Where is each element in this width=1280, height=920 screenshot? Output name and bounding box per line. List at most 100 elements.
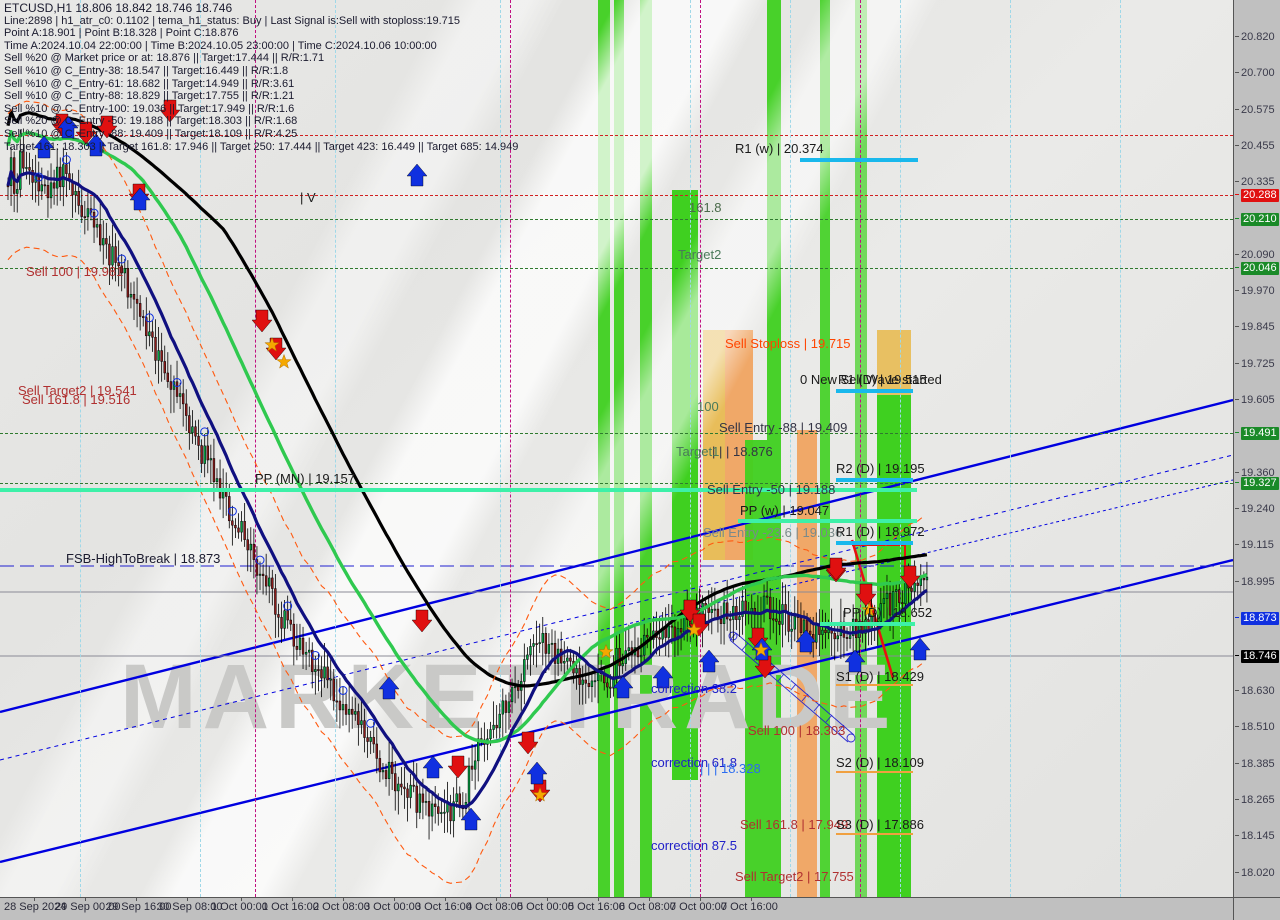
tick-mark: [1235, 181, 1239, 182]
time-tick-mark: [598, 898, 599, 901]
price-level-label: Sell Entry -23.6 | 19.036: [703, 525, 843, 540]
tick-mark: [1235, 218, 1239, 219]
time-tick-label: 3 Oct 16:00: [415, 901, 472, 913]
price-level-label: correction 38.2: [651, 681, 737, 696]
price-level-label: R1 (D) | 18.972: [836, 524, 925, 539]
tick-mark: [1235, 109, 1239, 110]
time-tick-mark: [85, 898, 86, 901]
price-level-label: Sell 100 | 19.981: [26, 264, 124, 279]
tick-mark: [1235, 472, 1239, 473]
price-tick: 18.020: [1234, 867, 1280, 880]
price-tick-label: 19.491: [1241, 427, 1279, 440]
tick-mark: [1235, 835, 1239, 836]
price-tick-label: 20.288: [1241, 189, 1279, 202]
price-tick: 20.455: [1234, 140, 1280, 153]
price-level-label: Sell 161.8 | 19.516: [22, 392, 131, 407]
price-tick-label: 18.265: [1241, 794, 1275, 806]
price-tick: 20.288: [1234, 189, 1280, 202]
tick-mark: [1235, 690, 1239, 691]
fib-label: 161.8: [689, 200, 722, 215]
tick-mark: [1235, 36, 1239, 37]
price-tick-label: 18.385: [1241, 758, 1275, 770]
time-tick-mark: [136, 898, 137, 901]
price-level-line: [836, 771, 913, 773]
price-level-line: [800, 158, 918, 162]
tick-mark: [1235, 267, 1239, 268]
price-tick-label: 20.210: [1241, 213, 1279, 226]
time-tick-mark: [751, 898, 752, 901]
price-tick: 19.240: [1234, 503, 1280, 516]
price-level-label: R1 (w) | 20.374: [735, 141, 824, 156]
tick-mark: [1235, 432, 1239, 433]
time-tick-mark: [34, 898, 35, 901]
tick-mark: [1235, 655, 1239, 656]
price-tick: 18.145: [1234, 830, 1280, 843]
price-tick: 20.090: [1234, 249, 1280, 262]
price-tick: 18.995: [1234, 576, 1280, 589]
price-tick: 18.385: [1234, 758, 1280, 771]
time-tick-label: 4 Oct 08:00: [466, 901, 523, 913]
price-level-label: Sell 161.8 | 17.949: [740, 817, 849, 832]
price-tick-label: 18.145: [1241, 830, 1275, 842]
fib-label: 100: [697, 399, 719, 414]
price-tick-label: 18.630: [1241, 685, 1275, 697]
tick-mark: [1235, 544, 1239, 545]
price-level-label: Sell Stoploss | 19.715: [725, 336, 851, 351]
chart-plot-area[interactable]: MARKETTRADE R1 (w) | 20.374 Sell 100 | 1…: [0, 0, 1233, 897]
tick-mark: [1235, 72, 1239, 73]
price-tick: 20.210: [1234, 213, 1280, 226]
tick-mark: [1235, 363, 1239, 364]
price-tick: 19.970: [1234, 285, 1280, 298]
price-axis[interactable]: 20.820 20.700 20.575 20.455 20.335 20.288 20.2…: [1233, 0, 1280, 916]
price-level-line: [836, 478, 913, 482]
time-tick-mark: [394, 898, 395, 901]
tick-mark: [1235, 399, 1239, 400]
pivot-rail: [738, 519, 917, 523]
price-level-label: correction 87.5: [651, 838, 737, 853]
time-tick-mark: [445, 898, 446, 901]
price-tick: 20.820: [1234, 31, 1280, 44]
price-tick: 19.725: [1234, 358, 1280, 371]
price-tick-label: 18.746: [1241, 650, 1279, 663]
price-level-label: PP (D) | 18.652: [843, 605, 933, 620]
price-tick-label: 20.575: [1241, 104, 1275, 116]
tick-mark: [1235, 872, 1239, 873]
price-tick: 19.845: [1234, 321, 1280, 334]
price-tick-label: 19.327: [1241, 477, 1279, 490]
time-tick-mark: [292, 898, 293, 901]
price-level-label: PP (MN) | 19.157: [255, 471, 355, 486]
tick-mark: [1235, 617, 1239, 618]
price-tick-label: 19.970: [1241, 285, 1275, 297]
price-tick-label: 20.455: [1241, 140, 1275, 152]
time-tick-mark: [547, 898, 548, 901]
trading-chart-window: MARKETTRADE R1 (w) | 20.374 Sell 100 | 1…: [0, 0, 1280, 920]
price-tick-label: 18.020: [1241, 867, 1275, 879]
tick-mark: [1235, 508, 1239, 509]
time-tick-label: 6 Oct 08:00: [619, 901, 676, 913]
price-tick: 18.746: [1234, 650, 1280, 663]
tick-mark: [1235, 290, 1239, 291]
price-level-label: Sell Entry -50 | 19.188: [707, 482, 836, 497]
time-tick-label: 7 Oct 16:00: [721, 901, 778, 913]
price-tick-label: 19.605: [1241, 394, 1275, 406]
axis-corner: [1233, 897, 1280, 920]
price-tick: 19.327: [1234, 477, 1280, 490]
time-tick-mark: [649, 898, 650, 901]
price-tick: 18.510: [1234, 721, 1280, 734]
price-tick: 20.046: [1234, 262, 1280, 275]
time-tick-mark: [343, 898, 344, 901]
price-tick-label: 20.335: [1241, 176, 1275, 188]
price-level-label: S1 (D) | 18.429: [836, 669, 924, 684]
price-level-label: PP (w) | 19.047: [740, 503, 830, 518]
time-axis[interactable]: 28 Sep 2024 29 Sep 00:00 29 Sep 16:00 30 Se…: [0, 897, 1233, 920]
tick-mark: [1235, 726, 1239, 727]
price-tick-label: 18.510: [1241, 721, 1275, 733]
price-tick: 19.115: [1234, 539, 1280, 552]
price-level-label: Sell Target2 | 17.755: [735, 869, 854, 884]
time-tick-label: 5 Oct 00:00: [517, 901, 574, 913]
price-tick-label: 18.995: [1241, 576, 1275, 588]
price-level-line: [836, 389, 913, 393]
price-tick: 20.700: [1234, 67, 1280, 80]
price-tick: 18.265: [1234, 794, 1280, 807]
time-tick-label: 1 Oct 00:00: [211, 901, 268, 913]
